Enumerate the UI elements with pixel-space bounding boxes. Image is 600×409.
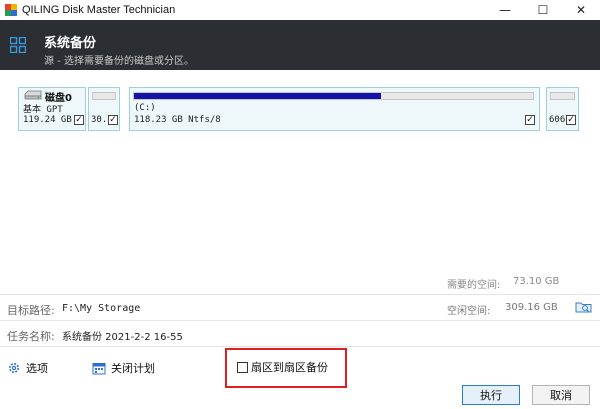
required-space-label: 需要的空间:	[447, 280, 501, 291]
window-title: QILING Disk Master Technician	[22, 4, 176, 16]
partition-c-checkbox[interactable]: ✓	[525, 115, 535, 125]
partition-3-checkbox[interactable]: ✓	[566, 115, 576, 125]
disk-list: 磁盘0 基本 GPT 119.24 GB ✓ 30. ✓ (C:) 118.23…	[0, 70, 600, 140]
destination-label: 目标路径:	[7, 304, 55, 317]
disk-type: 基本 GPT	[23, 105, 63, 115]
partition-c[interactable]: (C:) 118.23 GB Ntfs/8 ✓	[129, 87, 540, 131]
close-button[interactable]: ✕	[562, 0, 600, 20]
task-name-label: 任务名称:	[7, 330, 55, 343]
gear-icon	[9, 363, 19, 373]
page-header: 系统备份 源 - 选择需要备份的磁盘或分区。	[0, 20, 600, 70]
app-logo-icon	[5, 4, 17, 16]
options-label: 选项	[26, 362, 48, 375]
divider	[0, 346, 600, 347]
title-bar: QILING Disk Master Technician — ☐ ✕	[0, 0, 600, 20]
destination-path[interactable]: F:\My Storage	[62, 303, 140, 314]
schedule-label: 关闭计划	[111, 362, 155, 375]
disk-card[interactable]: 磁盘0 基本 GPT 119.24 GB ✓	[18, 87, 86, 131]
sector-by-sector-box[interactable]	[237, 361, 248, 373]
sector-by-sector-checkbox[interactable]: 扇区到扇区备份	[237, 359, 328, 375]
partition-3[interactable]: 606 ✓	[546, 87, 579, 131]
partition-c-usage-bar	[133, 92, 534, 100]
free-space-value: 309.16 GB	[505, 302, 558, 313]
divider	[0, 320, 600, 321]
partition-1-checkbox[interactable]: ✓	[108, 115, 118, 125]
disk-checkbox[interactable]: ✓	[74, 115, 84, 125]
calendar-icon	[92, 363, 106, 375]
free-space-label: 空闲空间:	[447, 306, 491, 317]
divider	[0, 294, 600, 295]
minimize-button[interactable]: —	[486, 0, 524, 20]
partition-1[interactable]: 30. ✓	[88, 87, 120, 131]
backup-grid-icon	[10, 37, 26, 53]
partition-1-usage-bar	[92, 92, 116, 100]
partition-c-label: (C:)	[134, 103, 156, 113]
hard-disk-icon	[24, 90, 42, 100]
partition-c-usage-fill	[134, 93, 382, 99]
options-button[interactable]: 选项	[7, 360, 48, 376]
execute-button[interactable]: 执行	[462, 385, 520, 405]
schedule-button[interactable]: 关闭计划	[92, 360, 155, 376]
browse-folder-icon[interactable]	[575, 300, 593, 314]
sector-by-sector-label: 扇区到扇区备份	[251, 361, 328, 374]
maximize-button[interactable]: ☐	[524, 0, 562, 20]
page-subtitle: 源 - 选择需要备份的磁盘或分区。	[44, 56, 194, 67]
required-space-value: 73.10 GB	[513, 276, 560, 287]
partition-3-label: 606	[549, 115, 566, 125]
task-name-value[interactable]: 系统备份 2021-2-2 16-55	[62, 328, 183, 343]
partition-3-usage-bar	[550, 92, 575, 100]
partition-c-info: 118.23 GB Ntfs/8	[134, 115, 221, 125]
page-title: 系统备份	[44, 36, 97, 51]
partition-1-label: 30.	[91, 115, 108, 125]
disk-size: 119.24 GB	[23, 115, 72, 125]
cancel-button[interactable]: 取消	[532, 385, 590, 405]
